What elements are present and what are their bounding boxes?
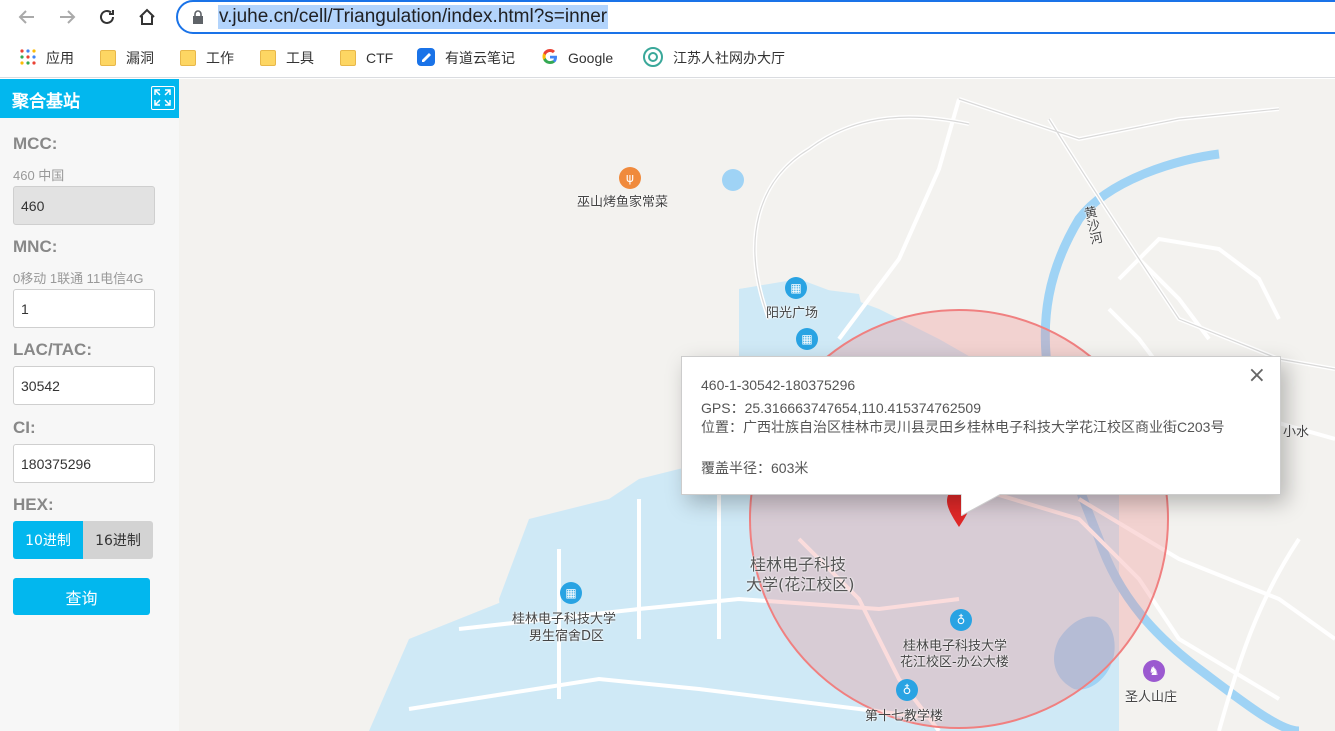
map-label-teaching: 第十七教学楼	[865, 709, 944, 724]
close-icon[interactable]: ×	[1248, 365, 1266, 387]
bookmark-label: CTF	[366, 50, 394, 66]
info-window: × 460-1-30542-180375296 GPS：25.316663747…	[681, 356, 1281, 516]
mnc-input[interactable]	[13, 289, 155, 328]
cell-id: 460-1-30542-180375296	[701, 377, 856, 393]
bookmark-folder[interactable]: CTF	[340, 47, 393, 69]
mcc-label: MCC:	[13, 134, 58, 153]
folder-icon	[100, 50, 116, 66]
building-icon[interactable]: ▦	[796, 328, 818, 350]
panel-title: 聚合基站	[12, 92, 80, 112]
map-label-villa: 圣人山庄	[1125, 690, 1178, 705]
back-button[interactable]	[12, 3, 42, 31]
jiangsu-logo-icon	[643, 46, 663, 70]
popup-pointer	[961, 494, 1001, 516]
address: 位置：广西壮族自治区桂林市灵川县灵田乡桂林电子科技大学花江校区商业街C203号	[701, 419, 1225, 435]
bookmark-label: 工具	[286, 50, 314, 66]
bookmark-apps[interactable]: 应用	[20, 47, 74, 69]
reload-button[interactable]	[92, 3, 122, 31]
lac-label: LAC/TAC:	[13, 340, 92, 359]
reload-icon	[100, 9, 114, 24]
query-button[interactable]: 查询	[13, 578, 150, 615]
forward-arrow-icon	[60, 10, 76, 24]
mcc-input[interactable]	[13, 186, 155, 225]
bookmark-label: 有道云笔记	[445, 50, 515, 66]
lac-input[interactable]	[13, 366, 155, 405]
gps-coordinates: GPS：25.316663747654,110.415374762509	[701, 400, 981, 416]
map-label-restaurant: 巫山烤鱼家常菜	[577, 195, 669, 210]
bookmark-youdao[interactable]: 有道云笔记	[417, 47, 515, 69]
bookmark-folder[interactable]: 工作	[180, 47, 234, 69]
restaurant-icon[interactable]: ψ	[619, 167, 641, 189]
office-icon[interactable]: ♁	[950, 609, 972, 631]
bookmark-folder[interactable]: 漏洞	[100, 47, 154, 69]
bookmark-label: 江苏人社网办大厅	[673, 50, 785, 66]
ci-label: CI:	[13, 418, 36, 437]
map-label-edge: 小水	[1283, 425, 1310, 440]
resort-icon[interactable]: ♞	[1143, 660, 1165, 682]
decimal-toggle-button[interactable]: 10进制	[13, 521, 83, 559]
panel-header: 聚合基站	[0, 79, 179, 118]
bookmark-label: 漏洞	[126, 50, 154, 66]
coverage-radius: 覆盖半径：603米	[701, 460, 809, 476]
url-text[interactable]: v.juhe.cn/cell/Triangulation/index.html?…	[218, 5, 609, 29]
mnc-hint: 0移动 1联通 11电信4G	[13, 271, 144, 286]
map-label-campus: 大学(花江校区)	[746, 575, 855, 594]
home-icon	[139, 8, 155, 25]
browser-toolbar: v.juhe.cn/cell/Triangulation/index.html?…	[0, 0, 1335, 36]
map-label-office: 花江校区-办公大楼	[900, 655, 1009, 670]
home-button[interactable]	[132, 3, 162, 31]
building-icon[interactable]: ▦	[785, 277, 807, 299]
back-arrow-icon	[18, 10, 34, 24]
teaching-building-icon[interactable]: ♁	[896, 679, 918, 701]
dorm-icon[interactable]: ▦	[560, 582, 582, 604]
lock-icon	[193, 10, 203, 24]
query-panel: 聚合基站 MCC: 460 中国 MNC: 0移动 1联通 11电信4G LAC…	[0, 79, 179, 731]
expand-icon[interactable]	[151, 86, 175, 110]
mcc-hint: 460 中国	[13, 168, 65, 183]
mnc-label: MNC:	[13, 237, 58, 256]
bookmark-jiangsu[interactable]: 江苏人社网办大厅	[643, 46, 785, 70]
bookmark-label: Google	[568, 50, 614, 66]
hex-label: HEX:	[13, 495, 54, 514]
bookmark-label: 工作	[206, 50, 234, 66]
bookmarks-bar: 应用 漏洞 工作 工具 CTF 有道云笔记 Google 江苏人社网办大厅	[0, 38, 1335, 78]
map-label-dorm: 男生宿舍D区	[529, 629, 605, 644]
folder-icon	[340, 50, 356, 66]
bookmark-google[interactable]: Google	[542, 47, 613, 69]
ci-input[interactable]	[13, 444, 155, 483]
map-canvas[interactable]: ψ ▦ ▦ ▦ ♁ ♁ ♞ 巫山烤鱼家常菜 黄沙河 阳光广场 桂林电子科技 大学…	[179, 79, 1335, 731]
apps-grid-icon	[20, 48, 36, 68]
bookmark-label: 应用	[46, 50, 74, 66]
address-bar[interactable]: v.juhe.cn/cell/Triangulation/index.html?…	[176, 0, 1335, 34]
bookmark-folder[interactable]: 工具	[260, 47, 314, 69]
map-label-square: 阳光广场	[766, 306, 819, 321]
note-icon	[417, 47, 435, 69]
folder-icon	[180, 50, 196, 66]
forward-button[interactable]	[52, 3, 82, 31]
hex-toggle-button[interactable]: 16进制	[83, 521, 153, 559]
folder-icon	[260, 50, 276, 66]
google-icon	[542, 48, 558, 68]
